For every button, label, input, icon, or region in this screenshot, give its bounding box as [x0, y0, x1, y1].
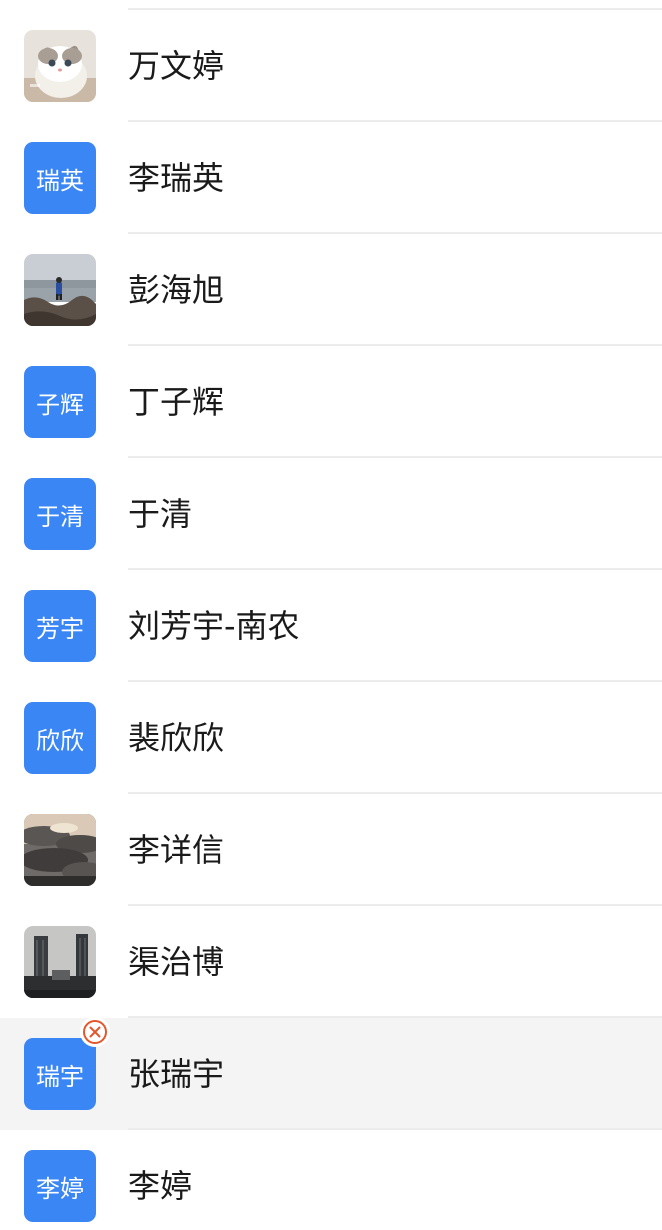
- contact-row[interactable]: 渠治博: [0, 906, 662, 1018]
- contact-row[interactable]: 瑞英 李瑞英: [0, 122, 662, 234]
- contact-row[interactable]: 欣欣 裴欣欣: [0, 682, 662, 794]
- contact-row[interactable]: 李婷 李婷: [0, 1130, 662, 1230]
- remove-circle-icon[interactable]: [80, 1017, 110, 1047]
- contact-row[interactable]: 彭海旭: [0, 234, 662, 346]
- contact-avatar-seaside: [24, 254, 96, 326]
- contact-avatar-text: 李婷: [24, 1150, 96, 1222]
- contact-avatar-text: 于清: [24, 478, 96, 550]
- contact-avatar-text: 芳宇: [24, 590, 96, 662]
- contact-name: 李详信: [128, 831, 225, 869]
- contact-avatar-text: 子辉: [24, 366, 96, 438]
- contact-row[interactable]: 于清 于清: [0, 458, 662, 570]
- contact-avatar-text: 欣欣: [24, 702, 96, 774]
- contact-name: 裴欣欣: [128, 719, 225, 757]
- contact-row[interactable]: 子辉 丁子辉: [0, 346, 662, 458]
- contact-name: 刘芳宇-南农: [128, 607, 300, 645]
- contact-avatar-text: 瑞宇: [24, 1038, 96, 1110]
- contact-name: 张瑞宇: [128, 1055, 225, 1093]
- contact-avatar-kitten: [24, 30, 96, 102]
- contact-name: 丁子辉: [128, 383, 225, 421]
- contact-name: 万文婷: [128, 47, 225, 85]
- contact-name: 彭海旭: [128, 271, 225, 309]
- contact-row[interactable]: 李详信: [0, 794, 662, 906]
- contact-avatar-clouds: [24, 814, 96, 886]
- contact-row[interactable]: 芳宇 刘芳宇-南农: [0, 570, 662, 682]
- contact-name: 李瑞英: [128, 159, 225, 197]
- contact-avatar-buildings: [24, 926, 96, 998]
- contact-row[interactable]: 万文婷: [0, 10, 662, 122]
- contact-name: 于清: [128, 495, 193, 533]
- contact-name: 李婷: [128, 1167, 193, 1205]
- contact-name: 渠治博: [128, 943, 225, 981]
- contact-avatar-text: 瑞英: [24, 142, 96, 214]
- contact-list: 万文婷 瑞英 李瑞英 彭海旭 子辉 丁子辉 于清 于清 芳宇 刘芳宇-南农 欣欣…: [0, 0, 662, 1230]
